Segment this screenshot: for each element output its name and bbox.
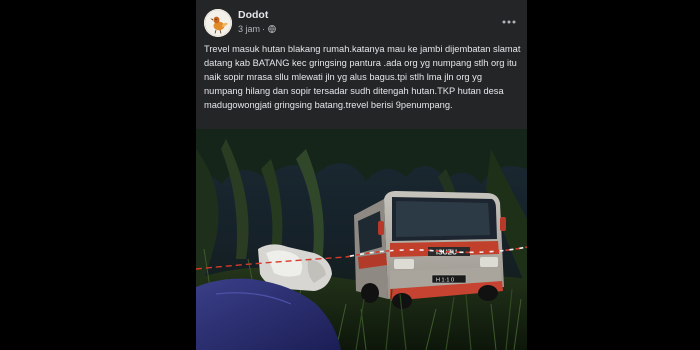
post-timestamp[interactable]: 3 jam [238,24,260,34]
more-options-button[interactable] [499,12,519,32]
post-text: Trevel masuk hutan blakang rumah.katanya… [204,44,521,110]
globe-icon [268,25,276,33]
post-header: Dodot 3 jam · [196,0,527,44]
post-meta: 3 jam · [238,24,276,34]
author-name[interactable]: Dodot [238,9,268,21]
post-photo[interactable]: ISUZU H 1·1 0 [196,129,527,350]
author-avatar[interactable] [204,9,232,37]
facebook-post: Dodot 3 jam · Trevel masuk hutan blakang… [196,0,527,350]
photo-travel-van-in-forest: ISUZU H 1·1 0 [196,129,527,350]
page: Dodot 3 jam · Trevel masuk hutan blakang… [0,0,700,350]
license-plate: H 1·1 0 [436,278,454,284]
more-options-icon [502,20,516,24]
meta-separator: · [262,24,266,34]
avatar-image [204,9,232,37]
